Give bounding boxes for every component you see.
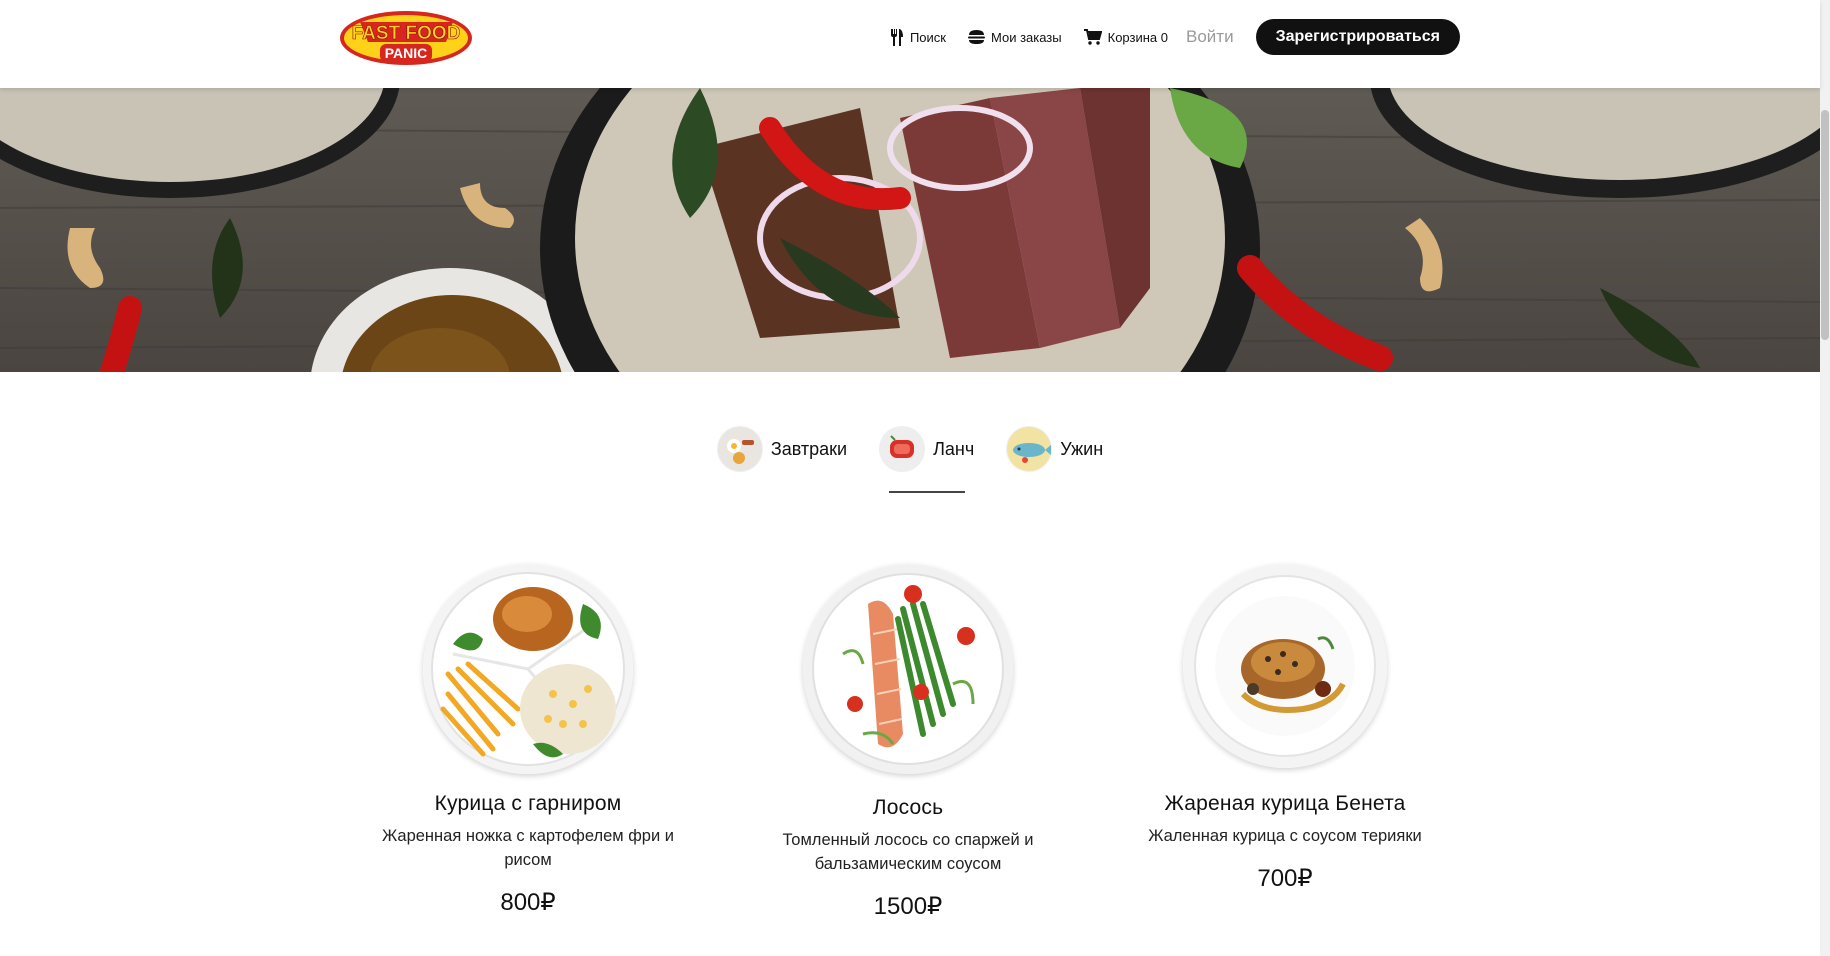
dish-description: Жаренная ножка с картофелем фри и рисом [381, 827, 674, 869]
nav-search-label: Поиск [909, 29, 946, 45]
dinner-icon [1006, 426, 1053, 472]
burger-icon [967, 30, 985, 44]
tab-lunch-label: Ланч [933, 438, 975, 459]
dish-price: 800₽ [500, 889, 556, 916]
dish-image-fried-chicken [1183, 564, 1387, 768]
scrollbar[interactable] [1820, 0, 1830, 956]
dish-price: 1500₽ [873, 893, 943, 920]
nav-orders-label: Мои заказы [990, 29, 1062, 45]
fork-knife-icon [890, 28, 903, 46]
menu-card[interactable]: Курица с гарниром Жаренная ножка с карто… [358, 564, 698, 917]
tab-dinner[interactable]: Ужин [1006, 425, 1103, 473]
login-link[interactable]: Войти [1186, 27, 1234, 47]
menu-card[interactable]: Лосось Томленный лосось со спаржей и бал… [738, 564, 1078, 921]
dish-title: Лосось [872, 796, 944, 819]
cart-icon [1083, 29, 1102, 45]
nav-cart-label: Корзина 0 [1107, 29, 1168, 45]
logo-text-top: FAST FOOD [352, 23, 461, 44]
breakfast-icon [716, 426, 763, 472]
logo-text-bottom: PANIC [385, 45, 428, 61]
tab-lunch[interactable]: Ланч [879, 425, 975, 493]
dish-title: Курица с гарниром [434, 792, 622, 815]
tab-breakfast[interactable]: Завтраки [716, 425, 848, 473]
dish-image-chicken [423, 564, 633, 774]
menu-tabs: Завтраки Ланч Ужин [0, 425, 1820, 493]
dish-title: Жареная курица Бенета [1164, 792, 1406, 815]
scrollbar-thumb[interactable] [1821, 110, 1829, 340]
site-header: FAST FOOD PANIC Поиск Мои заказы Корзина… [0, 0, 1820, 88]
main-nav: Поиск Мои заказы Корзина 0 Войти Зарегис… [890, 19, 1460, 55]
hero-banner [0, 88, 1820, 372]
dish-description: Томленный лосось со спаржей и бальзамиче… [782, 831, 1034, 873]
nav-orders[interactable]: Мои заказы [967, 29, 1062, 45]
nav-cart[interactable]: Корзина 0 [1083, 29, 1168, 45]
dish-description: Жаленная курица с соусом терияки [1148, 827, 1422, 845]
logo[interactable]: FAST FOOD PANIC [338, 8, 475, 68]
dish-image-salmon [803, 564, 1013, 774]
tab-breakfast-label: Завтраки [770, 438, 848, 459]
tab-dinner-label: Ужин [1060, 438, 1104, 459]
register-button[interactable]: Зарегистрироваться [1255, 19, 1460, 55]
lunch-icon [879, 426, 926, 472]
menu-card[interactable]: Жареная курица Бенета Жаленная курица с … [1115, 564, 1455, 893]
hero-food-image [0, 88, 1820, 372]
dish-price: 700₽ [1257, 865, 1313, 892]
nav-search[interactable]: Поиск [890, 28, 946, 46]
